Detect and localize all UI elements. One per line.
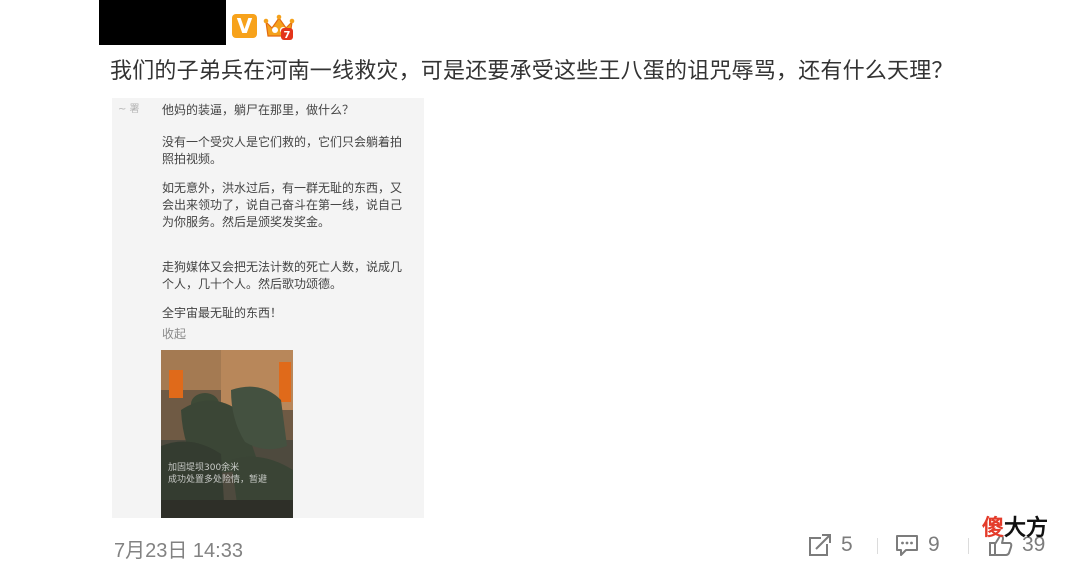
comment-count: 9 <box>928 533 940 556</box>
comment-icon <box>896 535 918 556</box>
action-divider <box>877 538 878 554</box>
post-timestamp[interactable]: 7月23日 14:33 <box>114 534 243 563</box>
image-corner-mark: ~ 署 <box>118 104 140 115</box>
site-watermark: 傻大方 <box>982 516 1049 541</box>
action-divider <box>968 538 969 554</box>
svg-text:7: 7 <box>284 30 291 41</box>
image-paragraph: 全宇宙最无耻的东西！ <box>162 306 283 320</box>
image-paragraph: 走狗媒体又会把无法计数的死亡人数，说成几个人，几十个人。然后歌功颂德。 <box>162 260 403 291</box>
redacted-username[interactable] <box>99 0 226 45</box>
image-paragraph: 他妈的装逼，躺尸在那里，做什么？ <box>162 103 355 117</box>
image-paragraph: 没有一个受灾人是它们救的，它们只会躺着拍照拍视频。 <box>162 135 403 166</box>
crown-level-icon: 7 <box>263 14 295 41</box>
photo-caption: 加固堤坝300余米 成功处置多处险情，暂避 <box>168 463 268 485</box>
verified-badge-icon: V <box>232 14 257 38</box>
comment-button[interactable]: 9 <box>894 530 940 560</box>
post-image[interactable]: ~ 署 他妈的装逼，躺尸在那里，做什么？ 没有一个受灾人是它们救的，它们只会躺着… <box>112 98 424 518</box>
image-paragraph: 如无意外，洪水过后，有一群无耻的东西，又会出来领功了，说自己奋斗在第一线，说自己… <box>162 181 403 229</box>
repost-icon <box>809 534 831 556</box>
collapse-link: 收起 <box>162 327 187 341</box>
post-text: 我们的子弟兵在河南一线救灾，可是还要承受这些王八蛋的诅咒辱骂，还有什么天理？ <box>110 59 954 84</box>
soldiers-resting-photo: 加固堤坝300余米 成功处置多处险情，暂避 <box>161 350 293 518</box>
repost-count: 5 <box>841 533 853 556</box>
repost-button[interactable]: 5 <box>807 530 853 560</box>
